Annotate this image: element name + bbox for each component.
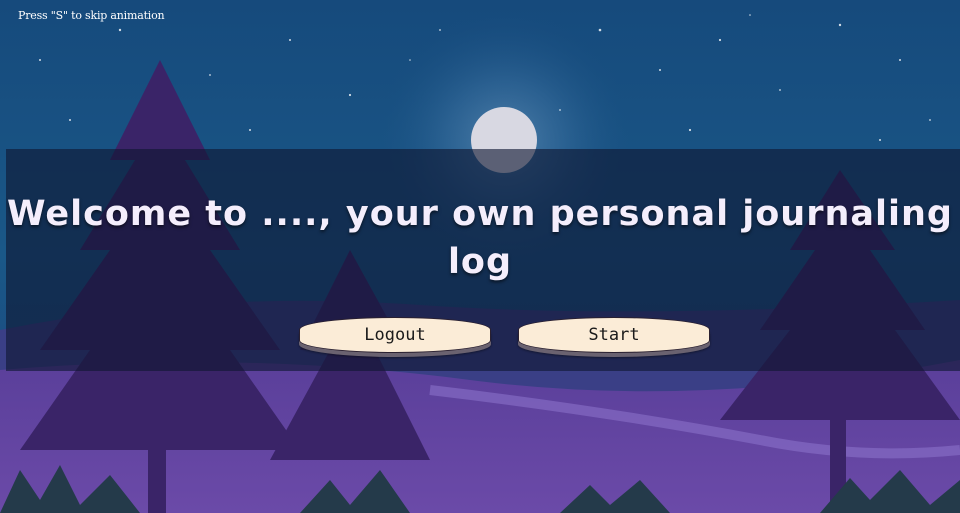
start-button[interactable]: Start (518, 317, 710, 353)
welcome-title: Welcome to ...., your own personal journ… (7, 194, 953, 282)
logout-button[interactable]: Logout (299, 317, 491, 353)
skip-animation-hint: Press "S" to skip animation (18, 9, 165, 22)
